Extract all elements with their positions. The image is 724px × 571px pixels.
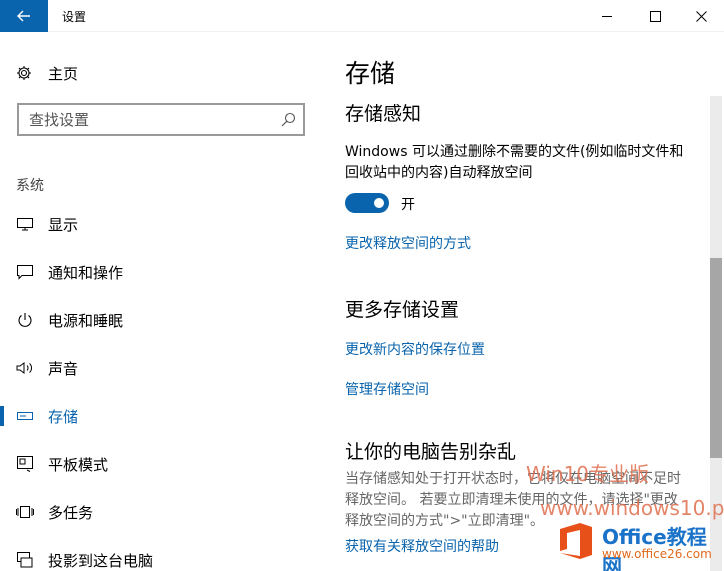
sidebar: 主页 系统 显示 通知和操作 电源和睡眠 声音 存储 平板模式 多任务 投影到这 [0, 32, 330, 571]
multitask-icon [16, 506, 34, 518]
window-title: 设置 [62, 10, 87, 24]
sidebar-item-label: 存储 [48, 407, 79, 426]
office-logo-icon [560, 523, 592, 559]
speaker-icon [16, 362, 32, 374]
storage-sense-toggle[interactable] [345, 193, 389, 213]
sidebar-item-power[interactable]: 电源和睡眠 [0, 300, 330, 340]
sidebar-item-label: 通知和操作 [48, 263, 124, 282]
sidebar-item-storage[interactable]: 存储 [0, 396, 330, 436]
toggle-knob [374, 198, 384, 208]
main-content: 存储 存储感知 Windows 可以通过删除不需要的文件(例如临时文件和回收站中… [330, 32, 704, 571]
storage-icon [17, 412, 33, 420]
gear-icon [17, 66, 31, 80]
section-label-system: 系统 [16, 178, 44, 194]
sidebar-item-multitasking[interactable]: 多任务 [0, 492, 330, 532]
more-settings-heading: 更多存储设置 [345, 299, 460, 321]
watermark-logo-text: Office教程网 [602, 525, 707, 571]
change-save-location-link[interactable]: 更改新内容的保存位置 [345, 339, 485, 359]
project-icon [17, 552, 33, 568]
search-input[interactable] [19, 105, 259, 134]
manage-storage-spaces-link[interactable]: 管理存储空间 [345, 379, 429, 399]
sidebar-item-label: 显示 [48, 215, 79, 234]
sidebar-item-label: 电源和睡眠 [48, 311, 124, 330]
close-icon [695, 10, 707, 22]
scrollbar-thumb[interactable] [710, 258, 722, 458]
declutter-heading: 让你的电脑告别杂乱 [345, 441, 517, 463]
toggle-state-label: 开 [401, 197, 415, 213]
sidebar-item-display[interactable]: 显示 [0, 204, 330, 244]
search-icon[interactable] [281, 112, 296, 127]
storage-sense-description: Windows 可以通过删除不需要的文件(例如临时文件和回收站中的内容)自动释放… [345, 144, 684, 181]
back-button[interactable] [0, 0, 48, 32]
maximize-icon [649, 10, 661, 22]
sidebar-item-tablet[interactable]: 平板模式 [0, 444, 330, 484]
search-box[interactable] [17, 103, 305, 136]
sidebar-item-project[interactable]: 投影到这台电脑 [0, 540, 330, 571]
watermark-logo: Office教程网 www.office26.com [556, 519, 722, 571]
sidebar-item-label: 多任务 [48, 503, 94, 522]
maximize-button[interactable] [632, 0, 678, 32]
change-free-space-link[interactable]: 更改释放空间的方式 [345, 233, 471, 253]
home-label: 主页 [48, 64, 79, 83]
close-button[interactable] [678, 0, 724, 32]
minimize-button[interactable] [584, 0, 630, 32]
title-bar: 设置 [0, 0, 724, 32]
notification-icon [17, 265, 33, 280]
sidebar-item-notifications[interactable]: 通知和操作 [0, 252, 330, 292]
watermark-logo-url: www.office26.com [602, 547, 712, 561]
sidebar-item-label: 投影到这台电脑 [48, 551, 154, 570]
sidebar-item-sound[interactable]: 声音 [0, 348, 330, 388]
minimize-icon [601, 15, 612, 17]
free-space-help-link[interactable]: 获取有关释放空间的帮助 [345, 536, 499, 556]
storage-sense-heading: 存储感知 [345, 103, 422, 125]
home-link[interactable]: 主页 [16, 62, 78, 84]
sidebar-item-label: 平板模式 [48, 455, 109, 474]
power-icon [18, 313, 32, 327]
watermark-text: Win10专业版 [526, 462, 650, 486]
tablet-icon [17, 456, 33, 472]
monitor-icon [17, 218, 33, 231]
sidebar-item-label: 声音 [48, 359, 79, 378]
back-arrow-icon [17, 10, 30, 22]
watermark-url: www.windows10.pro [540, 496, 724, 520]
page-title: 存储 [345, 59, 396, 88]
